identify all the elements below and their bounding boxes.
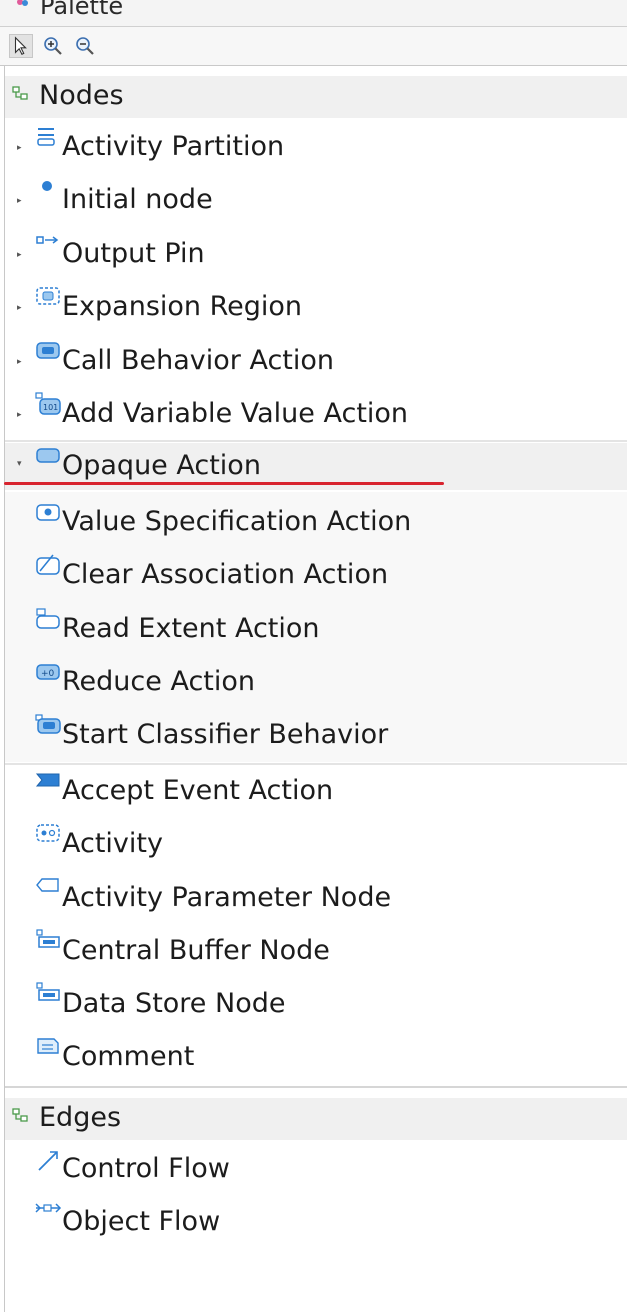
- accept-event-action-icon: [35, 773, 60, 787]
- item-label: Accept Event Action: [62, 775, 334, 806]
- palette-title: Palette: [40, 0, 124, 20]
- palette-item-start-classifier-behavior[interactable]: Start Classifier Behavior: [5, 710, 627, 763]
- palette-icon: [17, 0, 28, 6]
- add-variable-value-action-icon: 101: [35, 392, 61, 415]
- stack-collapsed-icon[interactable]: ▸: [17, 358, 25, 367]
- select-tool-button[interactable]: [9, 34, 33, 58]
- stack-separator: [5, 440, 627, 442]
- palette-item-initial-node[interactable]: ▸ Initial node: [5, 175, 627, 228]
- opaque-action-icon: [36, 448, 60, 463]
- item-label: Value Specification Action: [62, 506, 412, 537]
- read-extent-action-icon: [36, 608, 60, 629]
- data-store-node-icon: [36, 982, 60, 1001]
- palette-item-data-store-node[interactable]: Data Store Node: [5, 979, 627, 1032]
- output-pin-icon: [36, 236, 59, 244]
- reduce-action-icon: +0: [36, 664, 60, 680]
- drawer-edges[interactable]: Edges: [5, 1098, 627, 1140]
- item-label: Reduce Action: [62, 666, 256, 697]
- item-label: Activity Partition: [62, 131, 285, 162]
- palette-item-reduce-action[interactable]: +0 Reduce Action: [5, 657, 627, 710]
- item-label: Initial node: [62, 184, 213, 215]
- object-flow-icon: [35, 1203, 62, 1213]
- control-flow-icon: [38, 1151, 58, 1171]
- initial-node-icon: [42, 181, 52, 191]
- drawer-nodes[interactable]: Nodes: [5, 76, 627, 118]
- svg-text:+0: +0: [41, 669, 55, 679]
- palette-item-activity-partition[interactable]: ▸ Activity Partition: [5, 122, 627, 175]
- palette-item-accept-event-action[interactable]: Accept Event Action: [5, 766, 627, 819]
- item-label: Opaque Action: [62, 450, 261, 481]
- central-buffer-node-icon: [36, 929, 60, 948]
- item-label: Expansion Region: [62, 291, 303, 322]
- item-label: Data Store Node: [62, 988, 286, 1019]
- arrow-pointer-icon: [14, 36, 27, 55]
- item-label: Add Variable Value Action: [62, 398, 409, 429]
- zoom-out-icon: [76, 37, 94, 55]
- clear-association-action-icon: [36, 554, 60, 575]
- palette-item-add-variable-value-action[interactable]: ▸ 101 Add Variable Value Action: [5, 389, 627, 442]
- palette-item-value-specification-action[interactable]: Value Specification Action: [5, 497, 627, 550]
- palette-toolbar: [0, 27, 627, 66]
- expansion-region-icon: [36, 287, 60, 305]
- item-label: Control Flow: [62, 1153, 230, 1184]
- item-label: Central Buffer Node: [62, 935, 330, 966]
- palette-item-object-flow[interactable]: Object Flow: [5, 1197, 627, 1250]
- palette-item-comment[interactable]: Comment: [5, 1032, 627, 1085]
- item-label: Call Behavior Action: [62, 345, 335, 376]
- item-label: Read Extent Action: [62, 613, 320, 644]
- palette-item-activity[interactable]: Activity: [5, 819, 627, 872]
- item-label: Activity Parameter Node: [62, 882, 392, 913]
- start-classifier-behavior-icon: [35, 714, 61, 734]
- palette-view: Palette Nodes ▸ Activity Partition ▸ Ini…: [0, 0, 627, 1312]
- item-label: Activity: [62, 828, 163, 859]
- activity-parameter-node-icon: [36, 878, 59, 892]
- palette-item-output-pin[interactable]: ▸ Output Pin: [5, 229, 627, 282]
- drawer-icon: [12, 1108, 28, 1122]
- comment-icon: [37, 1038, 59, 1054]
- palette-item-control-flow[interactable]: Control Flow: [5, 1144, 627, 1197]
- zoom-in-button[interactable]: [41, 34, 65, 58]
- palette-item-clear-association-action[interactable]: Clear Association Action: [5, 550, 627, 603]
- stack-expanded-icon[interactable]: ▾: [17, 460, 25, 469]
- stack-collapsed-icon[interactable]: ▸: [17, 251, 25, 260]
- zoom-out-button[interactable]: [73, 34, 97, 58]
- stack-separator: [5, 763, 627, 765]
- palette-item-central-buffer-node[interactable]: Central Buffer Node: [5, 926, 627, 979]
- stack-collapsed-icon[interactable]: ▸: [17, 197, 25, 206]
- zoom-in-icon: [44, 37, 62, 55]
- drawer-separator: [5, 1086, 627, 1088]
- palette-item-expansion-region[interactable]: ▸ Expansion Region: [5, 282, 627, 335]
- palette-item-activity-parameter-node[interactable]: Activity Parameter Node: [5, 873, 627, 926]
- value-specification-action-icon: [36, 504, 60, 521]
- activity-partition-icon: [37, 128, 55, 146]
- call-behavior-action-icon: [36, 342, 60, 359]
- activity-icon: [36, 824, 60, 842]
- item-label: Comment: [62, 1041, 195, 1072]
- item-label: Start Classifier Behavior: [62, 719, 389, 750]
- stack-collapsed-icon[interactable]: ▸: [17, 411, 25, 420]
- annotation-underline: [4, 482, 444, 485]
- item-label: Clear Association Action: [62, 559, 389, 590]
- drawer-icon: [12, 86, 28, 100]
- stack-collapsed-icon[interactable]: ▸: [17, 144, 25, 153]
- drawer-label: Edges: [39, 1102, 122, 1133]
- drawer-label: Nodes: [39, 80, 124, 111]
- svg-text:101: 101: [43, 403, 58, 412]
- palette-item-call-behavior-action[interactable]: ▸ Call Behavior Action: [5, 336, 627, 389]
- palette-title-bar: Palette: [0, 0, 627, 27]
- stack-collapsed-icon[interactable]: ▸: [17, 304, 25, 313]
- item-label: Output Pin: [62, 238, 205, 269]
- item-label: Object Flow: [62, 1206, 221, 1237]
- palette-item-read-extent-action[interactable]: Read Extent Action: [5, 604, 627, 657]
